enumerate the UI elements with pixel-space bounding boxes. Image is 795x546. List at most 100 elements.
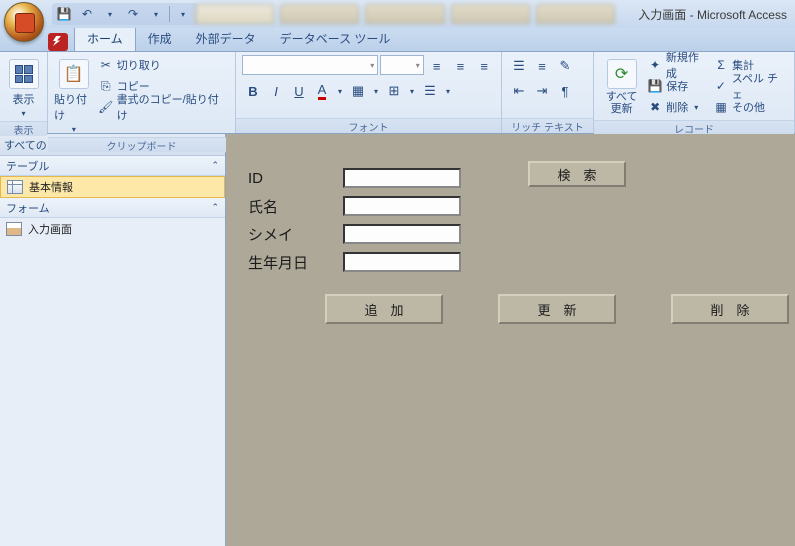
input-dob[interactable] <box>343 252 461 272</box>
paste-button[interactable]: 📋 貼り付け ▾ <box>54 55 94 134</box>
view-label: 表示 <box>13 91 35 107</box>
form-canvas: ID 氏名 シメイ 生年月日 検 索 追 加 更 新 削 除 <box>226 134 795 546</box>
delete-label: 削除 <box>666 99 688 115</box>
delete-record-button[interactable]: ✖削除 ▾ <box>647 97 709 117</box>
dropdown-icon: ▾ <box>694 103 698 112</box>
group-view: 表示 ▾ 表示 <box>0 52 48 133</box>
dropdown-icon[interactable]: ▾ <box>334 80 346 102</box>
group-label-view: 表示 <box>0 121 47 136</box>
chevron-down-icon: ▾ <box>416 61 420 70</box>
bold-button[interactable]: B <box>242 80 264 102</box>
nav-category-label: フォーム <box>6 200 50 216</box>
refresh-label: すべて 更新 <box>606 91 638 115</box>
tab-create[interactable]: 作成 <box>136 27 184 51</box>
background-window-tabs <box>195 4 615 24</box>
dropdown-icon[interactable]: ▾ <box>100 4 120 24</box>
update-button[interactable]: 更 新 <box>498 294 616 324</box>
label-id: ID <box>248 170 343 187</box>
label-kana: シメイ <box>248 224 343 245</box>
text-direction-button[interactable]: ¶ <box>554 80 576 102</box>
search-button[interactable]: 検 索 <box>528 161 626 187</box>
separator <box>169 6 170 22</box>
delete-button-label: 削 除 <box>710 300 749 319</box>
tab-external-data[interactable]: 外部データ <box>184 27 268 51</box>
underline-button[interactable]: U <box>288 80 310 102</box>
group-label-records: レコード <box>594 120 794 135</box>
navigation-pane: すべての Access オブジェクト ▾ « テーブル ⌃ 基本情報 フォーム … <box>0 134 226 546</box>
nav-category-forms[interactable]: フォーム ⌃ <box>0 198 225 218</box>
dropdown-icon[interactable]: ▾ <box>146 4 166 24</box>
nav-item-label: 基本情報 <box>29 179 73 195</box>
spellcheck-button[interactable]: ✓スペル チェ <box>713 76 788 96</box>
copy-icon: ⎘ <box>98 78 114 94</box>
dropdown-icon[interactable]: ▾ <box>370 80 382 102</box>
qat-customize-icon[interactable]: ▾ <box>173 4 193 24</box>
cut-button[interactable]: ✂切り取り <box>98 55 229 75</box>
more-label: その他 <box>732 99 765 115</box>
tab-home[interactable]: ホーム <box>74 26 136 51</box>
redo-icon[interactable]: ↷ <box>123 4 143 24</box>
group-label-richtext: リッチ テキスト <box>502 118 593 133</box>
addin-icon[interactable] <box>48 33 68 51</box>
bulleted-list-button[interactable]: ☰ <box>508 55 530 77</box>
refresh-all-button[interactable]: ⟳ すべて 更新 <box>600 55 643 115</box>
cut-icon: ✂ <box>98 57 114 73</box>
text-highlight-button[interactable]: ✎ <box>554 55 576 77</box>
refresh-icon: ⟳ <box>607 59 637 89</box>
brush-icon: 🖌 <box>98 99 114 115</box>
nav-item-table-basicinfo[interactable]: 基本情報 <box>0 176 225 198</box>
font-name-combo[interactable]: ▾ <box>242 55 378 75</box>
undo-icon[interactable]: ↶ <box>77 4 97 24</box>
gridlines-button[interactable]: ⊞ <box>383 80 405 102</box>
tab-database-tools[interactable]: データベース ツール <box>268 27 403 51</box>
alt-row-button[interactable]: ☰ <box>419 80 441 102</box>
cut-label: 切り取り <box>117 57 161 73</box>
dropdown-icon[interactable]: ▾ <box>406 80 418 102</box>
window-title: 入力画面 - Microsoft Access <box>638 6 787 23</box>
office-button[interactable] <box>4 2 44 42</box>
input-name[interactable] <box>343 196 461 216</box>
delete-button[interactable]: 削 除 <box>671 294 789 324</box>
spell-icon: ✓ <box>713 78 729 94</box>
numbered-list-button[interactable]: ≡ <box>531 55 553 77</box>
new-record-button[interactable]: ✦新規作成 <box>647 55 709 75</box>
save-icon[interactable]: 💾 <box>54 4 74 24</box>
collapse-chevron-icon: ⌃ <box>211 160 219 171</box>
group-clipboard: 📋 貼り付け ▾ ✂切り取り ⎘コピー 🖌書式のコピー/貼り付け クリップボード <box>48 52 236 133</box>
input-kana[interactable] <box>343 224 461 244</box>
align-center-button[interactable]: ≡ <box>450 55 472 77</box>
chevron-down-icon: ▾ <box>370 61 374 70</box>
update-button-label: 更 新 <box>537 300 576 319</box>
add-button[interactable]: 追 加 <box>325 294 443 324</box>
format-painter-label: 書式のコピー/貼り付け <box>117 91 229 123</box>
format-painter-button[interactable]: 🖌書式のコピー/貼り付け <box>98 97 229 117</box>
fill-color-button[interactable]: ▦ <box>347 80 369 102</box>
nav-category-tables[interactable]: テーブル ⌃ <box>0 156 225 176</box>
decrease-indent-button[interactable]: ⇤ <box>508 80 530 102</box>
dropdown-icon: ▾ <box>21 109 25 118</box>
save-record-button[interactable]: 💾保存 <box>647 76 709 96</box>
font-size-combo[interactable]: ▾ <box>380 55 424 75</box>
more-button[interactable]: ▦その他 <box>713 97 788 117</box>
save-icon: 💾 <box>647 78 663 94</box>
quick-access-toolbar: 💾 ↶ ▾ ↷ ▾ ▾ <box>52 3 199 25</box>
group-label-clipboard: クリップボード <box>48 137 235 152</box>
content-area: すべての Access オブジェクト ▾ « テーブル ⌃ 基本情報 フォーム … <box>0 134 795 546</box>
delete-icon: ✖ <box>647 99 663 115</box>
font-color-button[interactable]: A <box>311 80 333 102</box>
increase-indent-button[interactable]: ⇥ <box>531 80 553 102</box>
view-button[interactable]: 表示 ▾ <box>6 55 41 118</box>
align-right-button[interactable]: ≡ <box>473 55 495 77</box>
dropdown-icon[interactable]: ▾ <box>442 80 454 102</box>
group-richtext: ☰ ≡ ✎ ⇤ ⇥ ¶ リッチ テキスト <box>502 52 594 133</box>
search-button-label: 検 索 <box>557 165 596 184</box>
group-records: ⟳ すべて 更新 ✦新規作成 💾保存 ✖削除▾ Σ集計 ✓スペル チェ ▦その他… <box>594 52 795 133</box>
input-id[interactable] <box>343 168 461 188</box>
nav-item-form-input[interactable]: 入力画面 <box>0 218 225 240</box>
paste-label: 貼り付け <box>54 91 94 123</box>
align-left-button[interactable]: ≡ <box>426 55 448 77</box>
italic-button[interactable]: I <box>265 80 287 102</box>
collapse-chevron-icon: ⌃ <box>211 202 219 213</box>
nav-item-label: 入力画面 <box>28 221 72 237</box>
label-name: 氏名 <box>248 196 343 217</box>
